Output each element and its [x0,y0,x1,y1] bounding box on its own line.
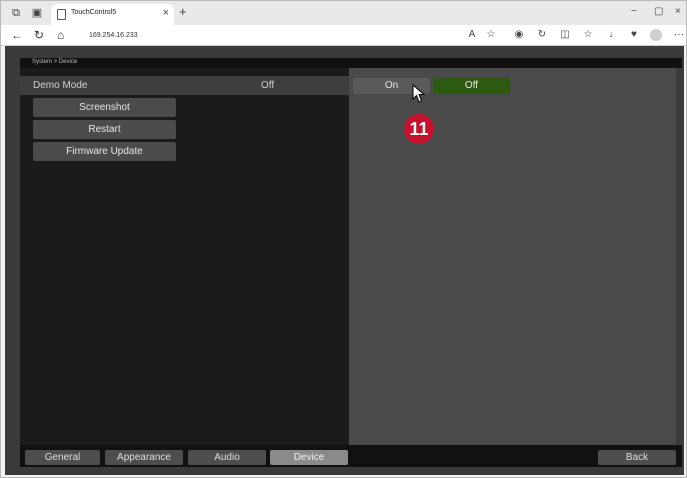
maximize-icon[interactable]: ▢ [654,6,663,18]
browser-tab[interactable]: TouchControl5 × [51,4,174,25]
profile-avatar-icon[interactable] [650,29,662,41]
tab-audio[interactable]: Audio [188,450,266,465]
minimize-icon[interactable]: − [631,6,637,18]
back-button[interactable]: Back [598,450,676,465]
restart-button[interactable]: Restart [33,120,176,139]
tab-general[interactable]: General [25,450,100,465]
address-bar: ← ↻ ⌂ 169.254.16.233 A ☆ ◉ ↻ ◫ ☆ ↓ ♥ ··· [1,25,686,46]
close-window-icon[interactable]: × [675,6,681,18]
refresh-icon[interactable]: ↻ [34,28,44,42]
downloads-icon[interactable]: ↓ [605,29,617,41]
firmware-update-button[interactable]: Firmware Update [33,142,176,161]
refresh-page-icon[interactable]: ↻ [536,29,548,41]
browser-essentials-icon[interactable]: ♥ [628,29,640,41]
home-icon[interactable]: ⌂ [57,28,64,42]
tab-title: TouchControl5 [71,9,117,16]
tab-close-icon[interactable]: × [163,7,169,19]
read-aloud-icon[interactable]: A [466,29,478,41]
more-menu-icon[interactable]: ··· [673,29,685,41]
browser-window: ⧉ ▣ TouchControl5 × + − ▢ × ← ↻ ⌂ 169.25… [0,0,687,478]
demo-mode-label: Demo Mode [33,80,88,91]
step-callout-badge: 11 [404,114,434,144]
bottom-nav-bar: General Appearance Audio Device Back [20,445,682,467]
back-arrow-icon[interactable]: ← [11,28,23,42]
tab-appearance[interactable]: Appearance [105,450,183,465]
breadcrumb: System > Device [32,59,78,65]
demo-mode-row[interactable]: Demo Mode Off [20,76,349,95]
page-icon [57,9,66,20]
demo-off-button[interactable]: Off [433,78,510,94]
favorites-icon[interactable]: ☆ [582,29,594,41]
touchcontrol-app: System > Device Demo Mode Off Screenshot… [5,46,684,475]
extension-icon[interactable]: ◉ [513,29,525,41]
tab-bar: ⧉ ▣ TouchControl5 × + − ▢ × [1,1,686,25]
breadcrumb-bar: System > Device [20,58,682,68]
setting-detail-panel: On Off 11 [349,68,676,445]
split-screen-icon[interactable]: ◫ [559,29,571,41]
demo-mode-value: Off [261,80,275,91]
mouse-pointer-icon [412,84,426,103]
tab-device[interactable]: Device [270,450,348,465]
favorite-star-icon[interactable]: ☆ [485,29,497,41]
new-tab-icon[interactable]: + [179,5,187,19]
workspaces-icon[interactable]: ⧉ [9,6,23,20]
url-field[interactable]: 169.254.16.233 [77,28,477,43]
screenshot-button[interactable]: Screenshot [33,98,176,117]
settings-list-panel: Demo Mode Off Screenshot Restart Firmwar… [20,68,349,445]
tab-actions-icon[interactable]: ▣ [30,6,44,20]
